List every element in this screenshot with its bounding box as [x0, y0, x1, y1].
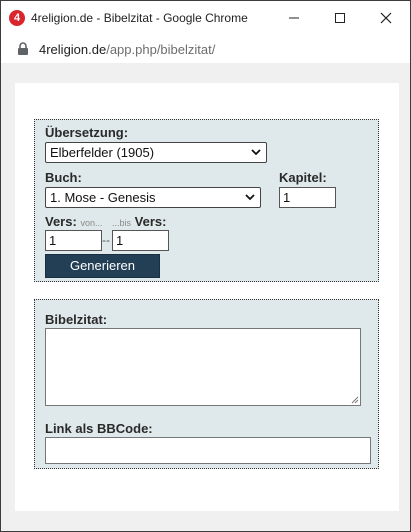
output-fieldset: Bibelzitat: Link als BBCode:: [34, 299, 379, 469]
translation-select[interactable]: Elberfelder (1905): [45, 142, 267, 163]
maximize-button[interactable]: [317, 1, 363, 35]
resize-grip-icon[interactable]: [351, 396, 359, 404]
from-hint: von...: [80, 218, 103, 228]
lock-icon: [18, 42, 28, 55]
minimize-icon: [289, 17, 299, 19]
verse-to-input[interactable]: 1: [112, 230, 169, 251]
book-value: 1. Mose - Genesis: [50, 190, 156, 205]
generate-button[interactable]: Generieren: [45, 254, 160, 278]
verse-label: Vers:: [45, 214, 77, 229]
page-content: Übersetzung: Elberfelder (1905) Buch: 1.…: [1, 63, 410, 531]
chevron-down-icon: [251, 149, 261, 156]
url-domain: 4religion.de: [39, 42, 107, 57]
browser-window: 4 4religion.de - Bibelzitat - Google Chr…: [0, 0, 411, 532]
verse-from-input[interactable]: 1: [45, 230, 102, 251]
verse-label-to: Vers:: [134, 214, 167, 229]
window-title: 4religion.de - Bibelzitat - Google Chrom…: [31, 11, 248, 25]
book-label: Buch:: [45, 170, 82, 185]
close-icon: [380, 12, 392, 24]
verse-separator: --: [102, 233, 110, 247]
chapter-label: Kapitel:: [279, 170, 327, 185]
maximize-icon: [335, 13, 345, 23]
title-bar: 4 4religion.de - Bibelzitat - Google Chr…: [1, 1, 410, 35]
chapter-input[interactable]: 1: [279, 187, 336, 208]
url-path: /app.php/bibelzitat/: [106, 42, 216, 57]
site-logo-icon: 4: [9, 10, 25, 26]
settings-fieldset: Übersetzung: Elberfelder (1905) Buch: 1.…: [34, 119, 379, 282]
close-button[interactable]: [363, 1, 409, 35]
minimize-button[interactable]: [271, 1, 317, 35]
bbcode-input[interactable]: [45, 437, 371, 464]
translation-label: Übersetzung:: [45, 125, 129, 140]
url-text[interactable]: 4religion.de/app.php/bibelzitat/: [39, 42, 215, 57]
quote-textarea[interactable]: [45, 328, 361, 406]
quote-label: Bibelzitat:: [45, 312, 108, 327]
verse-from-label: Vers: von...: [45, 214, 102, 229]
to-hint: ...bis: [112, 218, 132, 228]
verse-to-label: ...bis Vers:: [112, 214, 166, 229]
address-bar[interactable]: 4religion.de/app.php/bibelzitat/: [1, 35, 410, 63]
bibelzitat-dialog: Übersetzung: Elberfelder (1905) Buch: 1.…: [15, 83, 399, 511]
book-select[interactable]: 1. Mose - Genesis: [45, 187, 261, 208]
translation-value: Elberfelder (1905): [50, 145, 155, 160]
chevron-down-icon: [245, 194, 255, 201]
bbcode-label: Link als BBCode:: [45, 421, 153, 436]
